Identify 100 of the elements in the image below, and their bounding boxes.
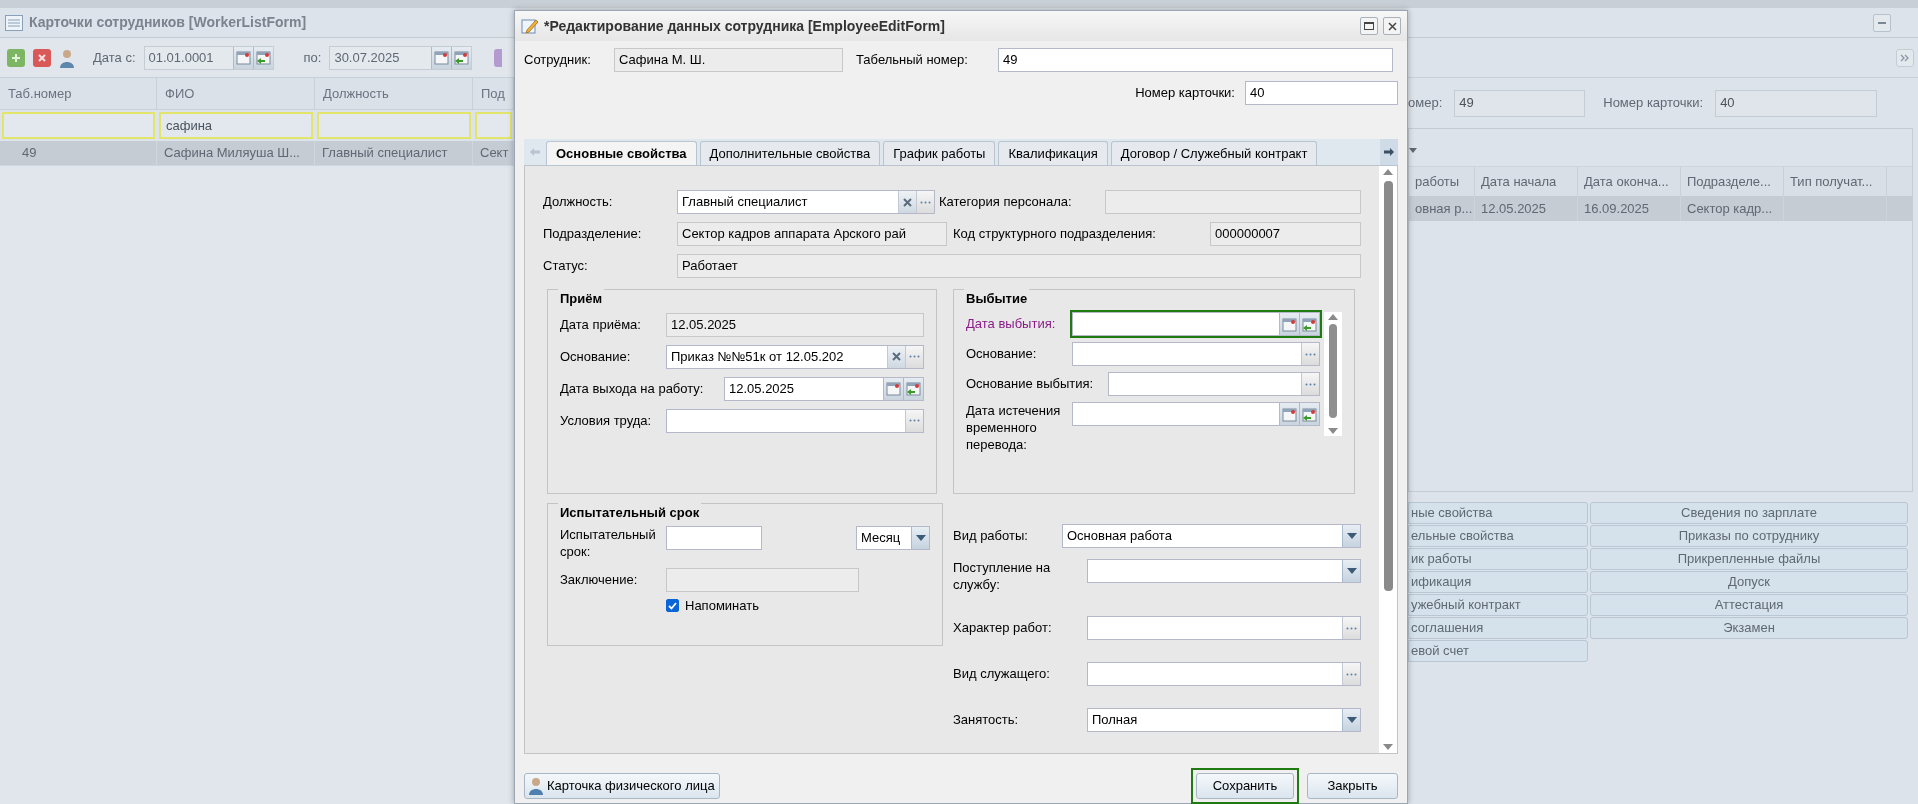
date-from-label: Дата с: [93,48,136,67]
checkbox[interactable] [666,599,679,613]
field-label: Условия труда: [560,411,653,430]
date-field[interactable] [1072,312,1320,336]
more-icon[interactable] [1301,373,1319,395]
field-label: Дата истечения временного перевода: [966,402,1062,453]
maximize-button[interactable] [1360,17,1378,35]
clear-icon[interactable] [887,345,905,368]
column-header[interactable]: Должность [315,78,473,109]
calendar-icon[interactable] [232,46,253,69]
section-button[interactable]: ик работы [1408,548,1588,570]
down-arrow-icon[interactable] [1328,428,1338,434]
section-button[interactable]: ужебный контракт [1408,594,1588,616]
group-title: Приём [558,289,605,309]
calendar-icon[interactable] [1279,313,1299,335]
tab[interactable]: Квалификация [998,141,1108,165]
close-icon [1387,21,1397,31]
field-label: Должность: [543,193,614,212]
up-arrow-icon[interactable] [1328,314,1338,320]
table-cell: 12.05.2025 [1475,196,1578,221]
text-field[interactable]: 49 [998,48,1393,72]
tab[interactable]: Основные свойства [546,141,697,165]
edit-icon [521,17,539,35]
lookup-field[interactable]: Главный специалист [677,190,935,214]
expand-button[interactable] [1896,48,1914,67]
filter-field[interactable] [475,112,512,139]
section-button[interactable]: евой счет [1408,640,1588,662]
dropdown[interactable]: Основная работа [1062,524,1361,548]
more-icon[interactable] [1342,663,1360,685]
section-button[interactable]: ные свойства [1408,502,1588,524]
calendar-icon[interactable] [1279,403,1299,425]
lookup-field[interactable] [1072,342,1320,366]
scrollbar[interactable] [1324,312,1342,436]
date-field[interactable]: 01.01.0001 [143,45,274,70]
section-button[interactable]: ельные свойства [1408,525,1588,547]
section-button[interactable]: Экзамен [1590,617,1908,639]
lookup-field[interactable] [1087,616,1361,640]
table-cell: Сектор кадр... [1681,196,1784,221]
lookup-field[interactable] [666,408,924,433]
field-label: Код структурного подразделения: [953,225,1157,244]
lookup-field[interactable]: Приказ №№51к от 12.05.202 [666,344,924,369]
save-button[interactable]: Сохранить [1191,768,1299,804]
field-label: омер: [1408,94,1443,113]
tab[interactable]: Договор / Служебный контракт [1110,141,1318,165]
scrollbar[interactable] [1379,166,1397,753]
field-label: Основание выбытия: [966,375,1095,394]
field-label: Сотрудник: [524,51,592,70]
dropdown[interactable]: Месяц [856,526,930,550]
caret-icon[interactable] [1409,148,1417,153]
filter-icon[interactable] [494,48,503,67]
up-arrow-icon[interactable] [1383,169,1393,175]
tab[interactable]: Дополнительные свойства [699,141,881,165]
scroll-right-button[interactable] [1380,139,1398,165]
calendar-icon[interactable] [431,46,452,69]
minimize-button[interactable] [1873,13,1891,32]
delete-icon[interactable] [33,48,51,67]
column-header[interactable]: Таб.номер [0,78,157,109]
checkbox-label: Напоминать [685,597,759,615]
more-icon[interactable] [905,409,923,432]
filter-field[interactable] [317,112,471,139]
close-button[interactable] [1383,17,1401,35]
column-header[interactable]: ФИО [157,78,315,109]
close-dialog-button[interactable]: Закрыть [1307,773,1398,799]
person-icon[interactable] [59,47,75,68]
lookup-field[interactable] [1087,662,1361,686]
text-field[interactable] [666,526,762,550]
field-label: Табельный номер: [856,51,969,70]
person-card-button[interactable]: Карточка физического лица [524,773,720,799]
section-button[interactable]: Аттестация [1590,594,1908,616]
field-label: Основание: [560,347,632,366]
date-field[interactable] [1072,402,1320,426]
section-button[interactable]: Допуск [1590,571,1908,593]
more-icon[interactable] [1342,617,1360,639]
field-label: Статус: [543,257,589,276]
dropdown[interactable]: Полная [1087,708,1361,732]
date-field[interactable]: 30.07.2025 [329,45,473,70]
filter-field[interactable] [2,112,155,139]
readonly-field: Работает [677,254,1361,278]
table-row[interactable]: 49 Сафина Миляуша Ш... Главный специалист Сект [0,141,514,166]
date-to-label: по: [303,48,322,67]
readonly-field: Сафина М. Ш. [614,48,843,72]
filter-field[interactable]: сафина [159,112,313,139]
date-field[interactable]: 12.05.2025 [724,376,924,401]
text-field[interactable]: 40 [1245,81,1398,105]
tab[interactable]: График работы [883,141,996,165]
section-button[interactable]: Сведения по зарплате [1590,502,1908,524]
add-icon[interactable] [7,48,25,67]
field-label: Категория персонала: [939,193,1073,212]
section-button[interactable]: Приказы по сотруднику [1590,525,1908,547]
down-arrow-icon[interactable] [1383,744,1393,750]
section-button[interactable]: ификация [1408,571,1588,593]
table-row[interactable]: овная р... 12.05.2025 16.09.2025 Сектор кадр... [1409,196,1912,221]
field-label: Вид работы: [953,527,1029,546]
clear-icon[interactable] [898,191,916,213]
more-icon[interactable] [1301,343,1319,365]
section-button[interactable]: Прикрепленные файлы [1590,548,1908,570]
field-label: Испытательный срок: [560,526,657,560]
lookup-field[interactable] [1108,372,1320,396]
calendar-icon[interactable] [883,377,903,400]
section-button[interactable]: соглашения [1408,617,1588,639]
